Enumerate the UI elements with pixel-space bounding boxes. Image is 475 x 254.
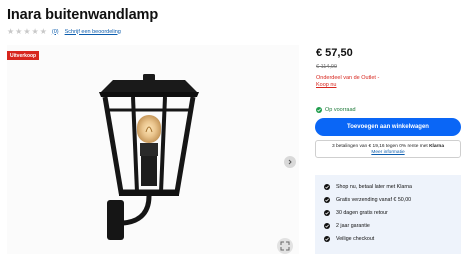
usp-item: 30 dagen gratis retour — [324, 207, 461, 220]
rating-stars: ★ ★ ★ ★ ★ — [7, 26, 47, 36]
check-icon — [324, 222, 330, 229]
check-icon — [324, 235, 330, 242]
usp-item: 2 jaar garantie — [324, 219, 461, 232]
stock-status: Op voorraad — [316, 107, 356, 113]
rating-row: ★ ★ ★ ★ ★ (0) Schrijf een beoordeling — [7, 27, 121, 36]
star-icon: ★ — [39, 26, 47, 36]
star-icon: ★ — [23, 26, 31, 36]
write-review-link[interactable]: Schrijf een beoordeling — [65, 29, 121, 35]
product-gallery: Uitverkoop — [7, 45, 299, 254]
usp-list: Shop nu, betaal later met Klarna Gratis … — [315, 175, 461, 254]
gallery-next-button[interactable] — [284, 156, 296, 168]
product-price: € 57,50 — [316, 47, 353, 59]
stock-label: Op voorraad — [325, 107, 356, 113]
check-icon — [316, 107, 322, 113]
check-icon — [324, 197, 330, 204]
star-icon: ★ — [31, 26, 39, 36]
add-to-cart-button[interactable]: Toevoegen aan winkelwagen — [315, 118, 461, 136]
klarna-info-link[interactable]: Meer informatie — [316, 150, 460, 156]
usp-item: Veilige checkout — [324, 232, 461, 245]
outlet-text: Onderdeel van de Outlet - — [316, 75, 380, 81]
check-icon — [324, 184, 330, 191]
outlet-buy-link[interactable]: Koop nu — [316, 82, 379, 89]
rating-count-link[interactable]: (0) — [52, 29, 59, 35]
star-icon: ★ — [15, 26, 23, 36]
zoom-icon — [280, 241, 290, 251]
check-icon — [324, 209, 330, 216]
klarna-logo: Klarna — [429, 143, 445, 149]
usp-label: Shop nu, betaal later met Klarna — [336, 184, 412, 191]
chevron-right-icon — [288, 159, 292, 165]
star-icon: ★ — [7, 26, 15, 36]
usp-item: Gratis verzending vanaf € 50,00 — [324, 194, 461, 207]
outlet-notice: Onderdeel van de Outlet - Koop nu — [316, 75, 379, 89]
product-title: Inara buitenwandlamp — [7, 7, 159, 23]
zoom-button[interactable] — [277, 238, 293, 254]
klarna-box: 3 betalingen van € 19,16 tegen 0% rente … — [315, 140, 461, 158]
usp-label: Gratis verzending vanaf € 50,00 — [336, 197, 412, 204]
klarna-text: 3 betalingen van € 19,16 tegen 0% rente … — [331, 143, 428, 149]
sale-badge: Uitverkoop — [7, 51, 40, 60]
usp-item: Shop nu, betaal later met Klarna — [324, 181, 461, 194]
old-price: € 114,99 — [316, 64, 338, 70]
product-image — [99, 74, 199, 240]
usp-label: 30 dagen gratis retour — [336, 209, 388, 216]
usp-label: 2 jaar garantie — [336, 222, 370, 229]
usp-label: Veilige checkout — [336, 235, 375, 242]
